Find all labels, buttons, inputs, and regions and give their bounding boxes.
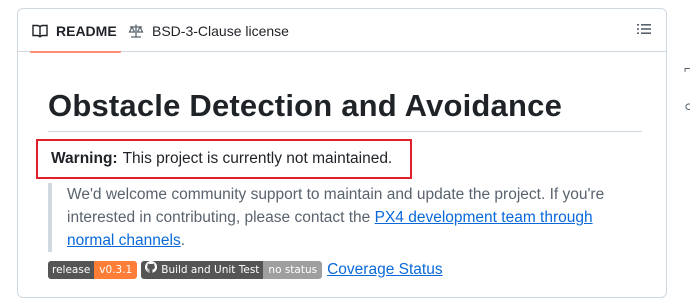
badge-row: release v0.3.1 Build and Unit Test no st… — [48, 260, 443, 280]
readme-panel: README BSD-3-Clause license Obstacle Det… — [17, 8, 667, 298]
book-icon — [32, 23, 48, 39]
scale-icon — [128, 23, 144, 39]
build-badge-left: Build and Unit Test — [141, 261, 264, 279]
release-badge[interactable]: release v0.3.1 — [48, 261, 138, 279]
list-icon — [636, 21, 652, 42]
warning-callout: Warning: This project is currently not m… — [36, 139, 412, 179]
tab-license[interactable]: BSD-3-Clause license — [128, 9, 289, 52]
edge-fragment: ⊂ — [684, 98, 690, 114]
build-badge-status: no status — [263, 261, 323, 279]
tab-readme[interactable]: README — [30, 9, 121, 53]
build-badge[interactable]: Build and Unit Test no status — [141, 261, 323, 279]
release-badge-label: release — [48, 261, 95, 279]
coverage-status-link[interactable]: Coverage Status — [327, 261, 442, 279]
release-badge-value: v0.3.1 — [94, 261, 138, 279]
quote-end: . — [180, 232, 186, 249]
tab-license-label: BSD-3-Clause license — [152, 22, 289, 39]
edge-fragment: ⌐ — [684, 60, 690, 76]
warning-text: This project is currently not maintained… — [122, 150, 393, 167]
warning-label: Warning: — [51, 150, 118, 167]
readme-tabbar: README BSD-3-Clause license — [18, 9, 666, 53]
build-badge-label: Build and Unit Test — [161, 264, 260, 276]
github-icon — [145, 261, 158, 279]
page-title: Obstacle Detection and Avoidance — [48, 89, 642, 132]
blockquote: We'd welcome community support to mainta… — [48, 183, 642, 252]
tab-readme-label: README — [56, 22, 117, 39]
outline-button[interactable] — [634, 21, 654, 41]
